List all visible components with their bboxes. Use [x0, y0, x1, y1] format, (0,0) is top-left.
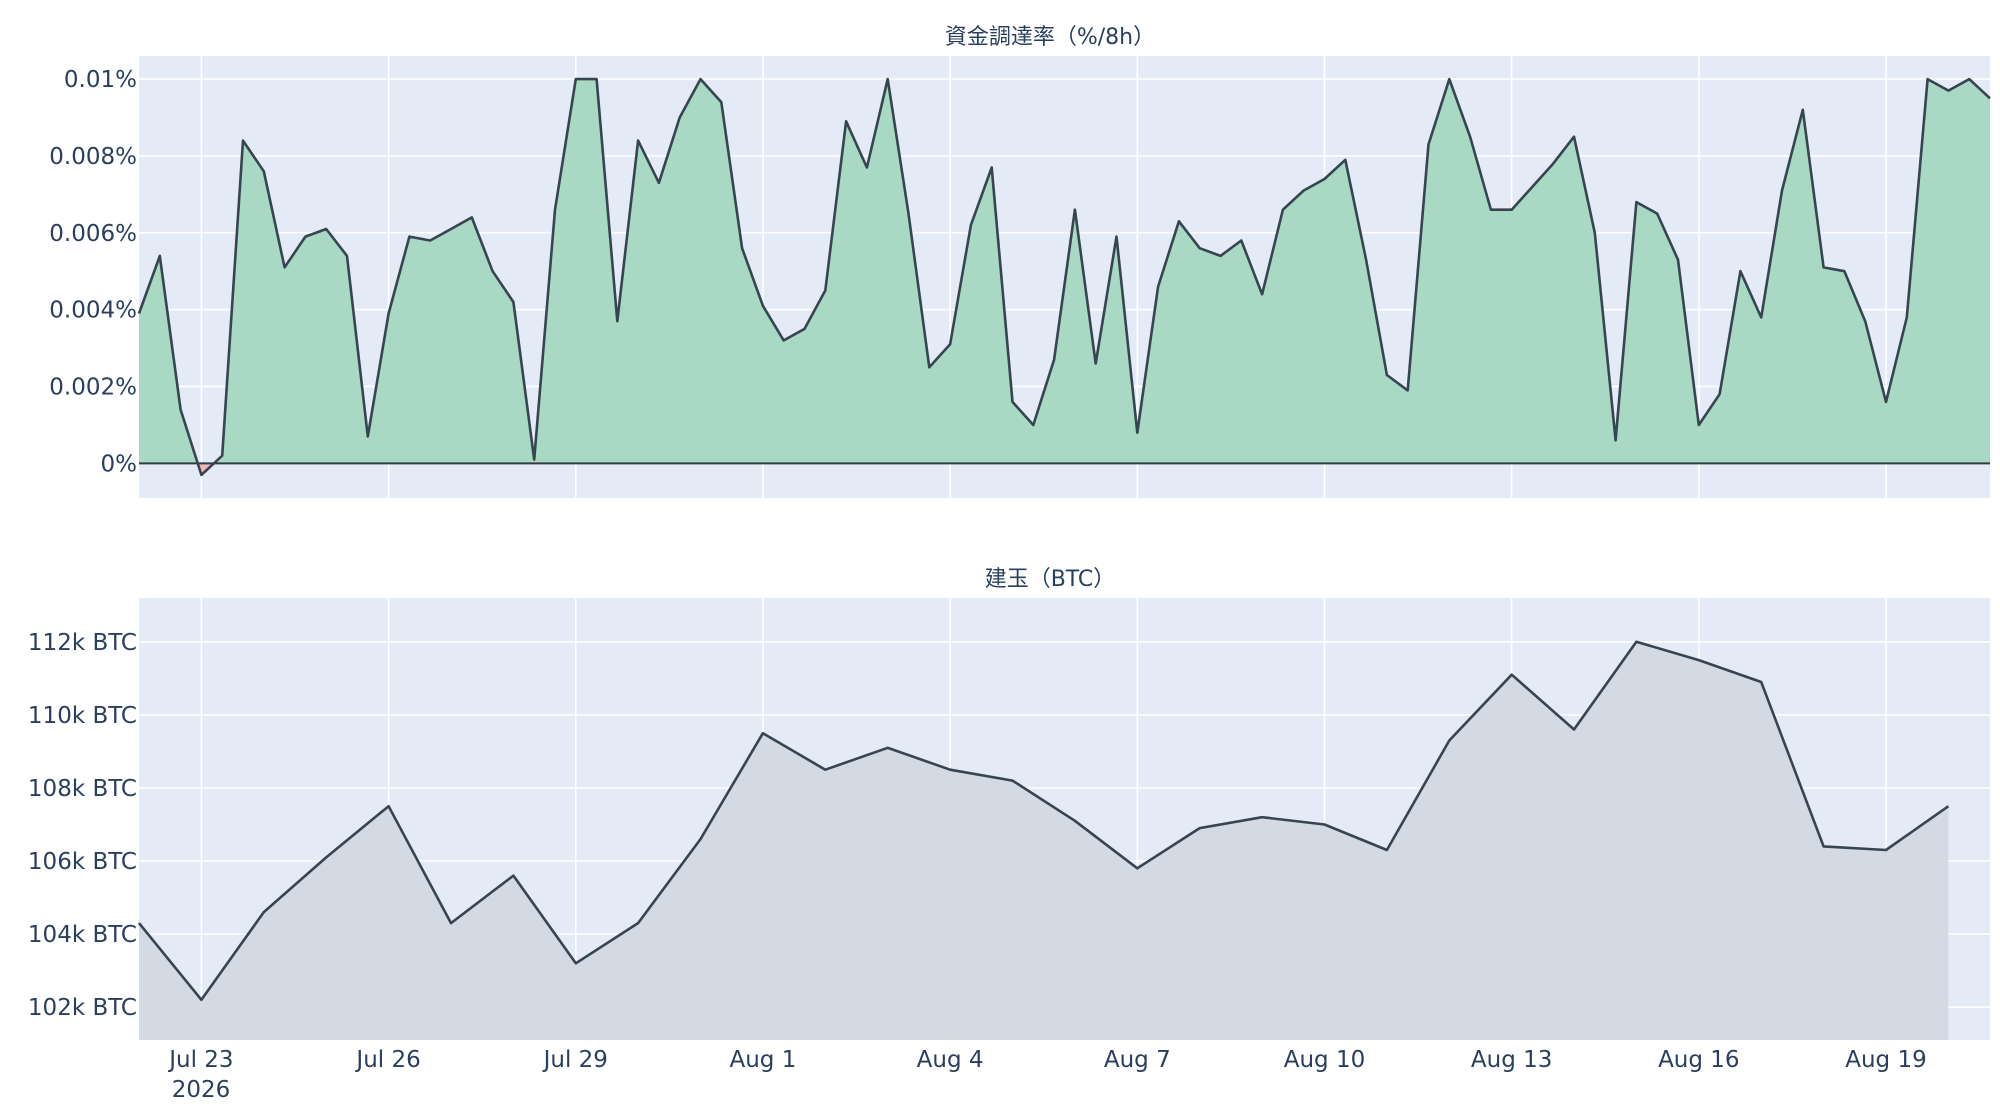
y-tick-label: 102k BTC — [28, 995, 137, 1021]
y-tick-label: 0.006% — [49, 221, 137, 247]
y-tick-label: 0.004% — [49, 298, 137, 324]
y-tick-label: 112k BTC — [28, 630, 137, 656]
x-tick-label: Aug 10 — [1284, 1047, 1366, 1073]
x-tick-label: Jul 29 — [542, 1047, 608, 1073]
x-tick-label: Aug 16 — [1658, 1047, 1740, 1073]
y-tick-label: 0.01% — [64, 67, 137, 93]
shared-x-axis: 2026 Jul 23 Jul 26 Jul 29 Aug 1 Aug 4 Aug 7 Au… — [167, 1047, 1927, 1103]
x-tick-label: Jul 26 — [354, 1047, 420, 1073]
y-tick-label: 108k BTC — [28, 776, 137, 802]
funding-rate-panel: 0% 0.002% 0.004% 0.006% 0.008% 0.01% 資金調達率（%/8… — [49, 25, 1991, 498]
x-tick-label: Aug 1 — [730, 1047, 797, 1073]
y-tick-label: 106k BTC — [28, 849, 137, 875]
y-tick-label: 104k BTC — [28, 922, 137, 948]
chart-figure: 0% 0.002% 0.004% 0.006% 0.008% 0.01% 資金調達率（%/8… — [28, 25, 1991, 1103]
y-tick-label: 0% — [101, 451, 138, 477]
open-interest-panel: 102k BTC 104k BTC 106k BTC 108k BTC 110k BTC… — [28, 567, 1990, 1040]
x-tick-label: Aug 13 — [1471, 1047, 1553, 1073]
x-tick-label: Jul 23 — [167, 1047, 233, 1073]
x-axis-year-label: 2026 — [172, 1077, 231, 1103]
x-tick-label: Aug 4 — [917, 1047, 984, 1073]
x-tick-label: Aug 7 — [1104, 1047, 1171, 1073]
y-tick-label: 110k BTC — [28, 703, 137, 729]
funding-rate-title: 資金調達率（%/8h） — [945, 25, 1155, 50]
y-tick-label: 0.008% — [49, 144, 137, 170]
open-interest-title: 建玉（BTC） — [985, 567, 1116, 592]
x-tick-label: Aug 19 — [1845, 1047, 1927, 1073]
y-tick-label: 0.002% — [49, 375, 137, 401]
